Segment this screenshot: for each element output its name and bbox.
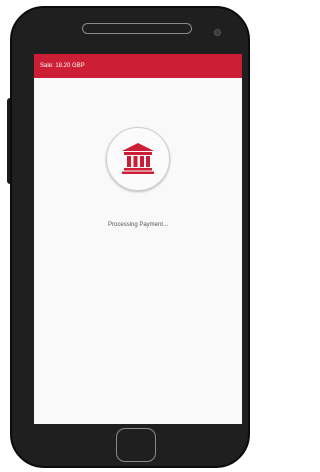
payment-status-circle [106, 127, 170, 191]
bank-icon [122, 143, 154, 174]
app-screen: Sale: 18.20 GBP Processing Payment... [34, 54, 242, 424]
sale-header: Sale: 18.20 GBP [34, 54, 242, 78]
processing-status-text: Processing Payment... [107, 222, 169, 228]
sale-amount-label: Sale: 18.20 GBP [40, 63, 85, 69]
phone-body: Sale: 18.20 GBP Processing Payment... [10, 6, 250, 468]
speaker-grille [82, 23, 192, 34]
home-button[interactable] [116, 428, 156, 462]
camera-icon [214, 29, 221, 36]
device-mockup: Sale: 18.20 GBP Processing Payment... [0, 0, 256, 472]
